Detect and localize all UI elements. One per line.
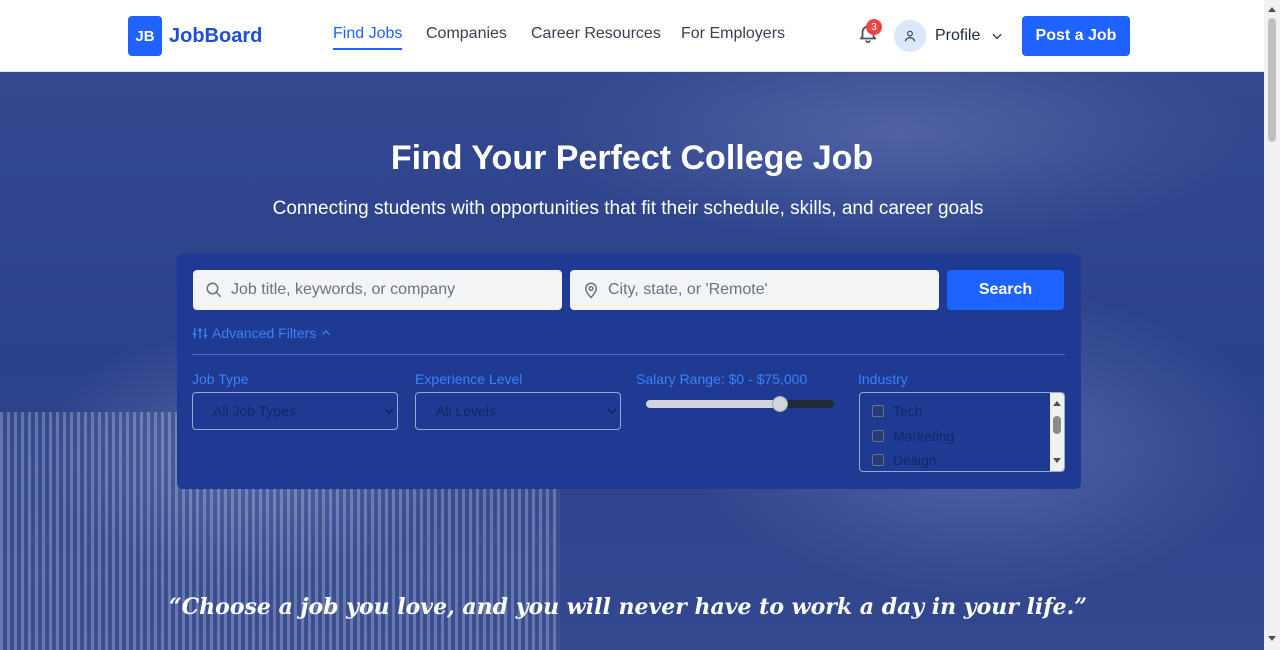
industry-scroll-thumb[interactable]: [1053, 416, 1061, 434]
brand-name[interactable]: JobBoard: [169, 25, 262, 48]
location-input[interactable]: [608, 270, 908, 310]
advanced-filters-toggle[interactable]: Advanced Filters: [192, 325, 332, 341]
salary-slider-fill: [646, 400, 780, 408]
nav-companies[interactable]: Companies: [426, 25, 507, 43]
nav-career-resources[interactable]: Career Resources: [531, 25, 661, 43]
location-search-field[interactable]: [570, 270, 939, 310]
experience-level-label: Experience Level: [415, 371, 523, 387]
avatar[interactable]: [894, 20, 926, 52]
page-scroll-thumb[interactable]: [1268, 18, 1276, 142]
industry-option-tech[interactable]: Tech: [872, 402, 923, 420]
checkbox[interactable]: [872, 454, 884, 466]
hero-title: Find Your Perfect College Job: [390, 139, 874, 177]
scroll-down-arrow-icon[interactable]: [1264, 632, 1280, 646]
chevron-down-icon[interactable]: [990, 29, 1004, 43]
scroll-down-arrow-icon[interactable]: [1050, 455, 1064, 467]
nav-find-jobs[interactable]: Find Jobs: [333, 25, 402, 43]
salary-range-label: Salary Range: $0 - $75,000: [636, 371, 808, 387]
industry-option-label: Tech: [893, 403, 923, 419]
checkbox[interactable]: [872, 405, 884, 417]
profile-menu-label[interactable]: Profile: [935, 27, 980, 45]
industry-label: Industry: [858, 371, 908, 387]
experience-level-select[interactable]: All Levels: [415, 392, 621, 430]
keyword-search-field[interactable]: [193, 270, 562, 310]
job-type-select[interactable]: All Job Types: [192, 392, 398, 430]
hero-subtitle: Connecting students with opportunities t…: [272, 198, 984, 219]
chevron-up-icon: [322, 330, 331, 335]
industry-option-marketing[interactable]: Marketing: [872, 427, 954, 445]
scroll-up-arrow-icon[interactable]: [1050, 397, 1064, 409]
industry-option-design[interactable]: Design: [872, 451, 937, 469]
user-icon: [904, 30, 916, 42]
filters-divider: [192, 354, 1065, 355]
checkbox[interactable]: [872, 430, 884, 442]
motivational-quote: “Choose a job you love, and you will nev…: [169, 594, 1087, 620]
sliders-icon: [192, 327, 208, 339]
search-button[interactable]: Search: [947, 270, 1064, 310]
logo-icon[interactable]: JB: [128, 16, 162, 56]
industry-option-label: Marketing: [893, 428, 955, 444]
keyword-input[interactable]: [231, 270, 531, 310]
notification-badge: 3: [866, 19, 882, 35]
hero-section: Find Your Perfect College Job Connecting…: [0, 72, 1264, 650]
active-nav-indicator: [333, 48, 402, 50]
industry-list[interactable]: Tech Marketing Design: [859, 392, 1065, 472]
salary-slider-handle[interactable]: [771, 396, 788, 412]
job-type-label: Job Type: [192, 371, 249, 387]
salary-slider[interactable]: [646, 396, 834, 412]
nav-for-employers[interactable]: For Employers: [681, 25, 785, 43]
map-pin-icon: [584, 282, 598, 299]
industry-option-label: Design: [893, 452, 937, 468]
scroll-up-arrow-icon[interactable]: [1264, 2, 1280, 16]
industry-scrollbar[interactable]: [1050, 393, 1064, 471]
search-icon: [206, 282, 222, 298]
post-job-button[interactable]: Post a Job: [1022, 16, 1130, 56]
search-panel: Search Advanced Filters Job Type All Job…: [177, 254, 1081, 489]
top-navbar: JB JobBoard Find Jobs Companies Career R…: [0, 0, 1264, 72]
page-scrollbar[interactable]: [1264, 0, 1280, 650]
advanced-filters-label: Advanced Filters: [212, 325, 317, 341]
